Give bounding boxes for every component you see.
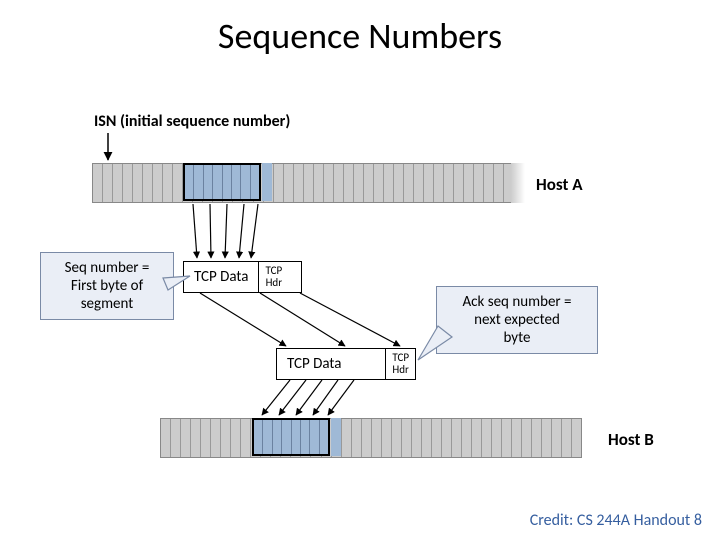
callout-seq-l1: Seq number = — [51, 259, 163, 277]
tcp-hdr-label: TCP Hdr — [259, 262, 288, 292]
callout-seq-l2: First byte of — [51, 277, 163, 295]
callout-ack-l3: byte — [447, 329, 587, 347]
tcp-data-label: TCP Data — [184, 262, 259, 292]
segment-b-highlight — [252, 418, 330, 456]
callout-seq-l3: segment — [51, 295, 163, 313]
callout-seq-number: Seq number = First byte of segment — [40, 252, 174, 320]
bytestream-host-a — [92, 163, 514, 203]
callout-ack-l2: next expected — [447, 311, 587, 329]
callout-ack-l1: Ack seq number = — [447, 293, 587, 311]
bytestream-host-b — [160, 418, 582, 458]
tcp-data-label-2: TCP Data — [277, 349, 386, 379]
tcp-hdr-label-2: TCP Hdr — [386, 349, 415, 379]
callout-ack-number: Ack seq number = next expected byte — [436, 286, 598, 354]
tcp-segment-incoming: TCP Data TCP Hdr — [276, 348, 416, 380]
host-a-label: Host A — [536, 174, 583, 195]
stream-a-fade — [511, 163, 525, 203]
segment-a-highlight — [183, 163, 261, 201]
tcp-hdr2-line2: Hdr — [392, 364, 409, 376]
segment-a-next — [262, 163, 272, 201]
tcp-hdr-line2: Hdr — [265, 277, 282, 289]
page-title: Sequence Numbers — [0, 14, 720, 58]
credit-line: Credit: CS 244A Handout 8 — [530, 511, 702, 530]
host-b-label: Host B — [608, 429, 654, 450]
segment-b-next — [331, 418, 341, 456]
isn-label: ISN (initial sequence number) — [94, 112, 290, 131]
tcp-segment-outgoing: TCP Data TCP Hdr — [183, 261, 302, 293]
